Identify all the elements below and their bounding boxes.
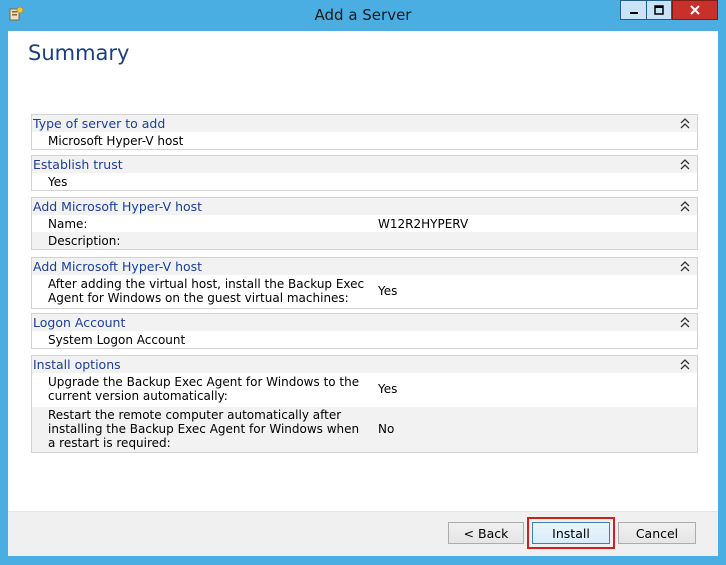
row-key: Yes [48, 175, 68, 189]
double-chevron-up-icon[interactable] [679, 157, 691, 171]
section-title: Install options [33, 357, 121, 372]
section-title: Logon Account [33, 315, 126, 330]
summary-section-add-host-agent: Add Microsoft Hyper-V host After adding … [31, 257, 698, 309]
summary-section-install-options: Install options Upgrade the Backup Exec … [31, 355, 698, 453]
summary-row: Description: [32, 232, 697, 249]
dialog-content: Summary Type of server to add Microsoft … [8, 31, 718, 556]
section-title: Add Microsoft Hyper-V host [33, 199, 203, 214]
row-key: System Logon Account [48, 333, 186, 347]
row-key-line: a restart is required: [48, 436, 171, 450]
section-title: Add Microsoft Hyper-V host [33, 259, 203, 274]
close-button[interactable] [672, 0, 718, 20]
title-bar[interactable]: Add a Server [0, 0, 726, 30]
button-bar: < Back Install Cancel [8, 512, 718, 556]
double-chevron-up-icon[interactable] [679, 315, 691, 329]
row-key-line: Restart the remote computer automaticall… [48, 408, 342, 422]
section-header[interactable]: Type of server to add [32, 115, 697, 132]
row-key: Description: [48, 234, 121, 248]
section-header[interactable]: Add Microsoft Hyper-V host [32, 198, 697, 215]
row-value: Yes [378, 382, 398, 396]
summary-row: Upgrade the Backup Exec Agent for Window… [32, 373, 697, 407]
section-title: Type of server to add [33, 116, 166, 131]
row-key-line: installing the Backup Exec Agent for Win… [48, 422, 360, 436]
maximize-button[interactable] [646, 0, 672, 20]
back-button[interactable]: < Back [448, 522, 524, 544]
summary-section-add-host: Add Microsoft Hyper-V host Name: W12R2HY… [31, 197, 698, 250]
section-header[interactable]: Establish trust [32, 156, 697, 173]
double-chevron-up-icon[interactable] [679, 199, 691, 213]
row-value: W12R2HYPERV [378, 217, 469, 231]
row-key: Name: [48, 217, 88, 231]
summary-row: Restart the remote computer automaticall… [32, 407, 697, 452]
install-button[interactable]: Install [532, 522, 610, 544]
summary-row: Yes [32, 173, 697, 190]
double-chevron-up-icon[interactable] [679, 259, 691, 273]
section-header[interactable]: Logon Account [32, 314, 697, 331]
row-value: No [378, 422, 395, 436]
add-server-window: Add a Server Summary Type of server to a… [0, 0, 726, 565]
close-icon [690, 5, 700, 15]
summary-row: System Logon Account [32, 331, 697, 348]
row-key: Microsoft Hyper-V host [48, 134, 184, 148]
page-title: Summary [28, 41, 130, 65]
double-chevron-up-icon[interactable] [679, 116, 691, 130]
row-key-line: After adding the virtual host, install t… [48, 277, 365, 291]
row-value: Yes [378, 284, 398, 298]
summary-section-server-type: Type of server to add Microsoft Hyper-V … [31, 114, 698, 150]
section-header[interactable]: Add Microsoft Hyper-V host [32, 258, 697, 275]
summary-row: After adding the virtual host, install t… [32, 275, 697, 308]
minimize-button[interactable] [620, 0, 646, 20]
summary-row: Microsoft Hyper-V host [32, 132, 697, 149]
section-header[interactable]: Install options [32, 356, 697, 373]
row-key-line: current version automatically: [48, 389, 228, 403]
summary-section-establish-trust: Establish trust Yes [31, 155, 698, 191]
double-chevron-up-icon[interactable] [679, 357, 691, 371]
window-title: Add a Server [314, 6, 412, 24]
minimize-icon [629, 12, 638, 14]
row-key-line: Agent for Windows on the guest virtual m… [48, 291, 349, 305]
cancel-button[interactable]: Cancel [618, 522, 696, 544]
maximize-icon [654, 5, 664, 15]
row-key-line: Upgrade the Backup Exec Agent for Window… [48, 375, 360, 389]
summary-section-logon-account: Logon Account System Logon Account [31, 313, 698, 349]
summary-row: Name: W12R2HYPERV [32, 215, 697, 232]
section-title: Establish trust [33, 157, 123, 172]
